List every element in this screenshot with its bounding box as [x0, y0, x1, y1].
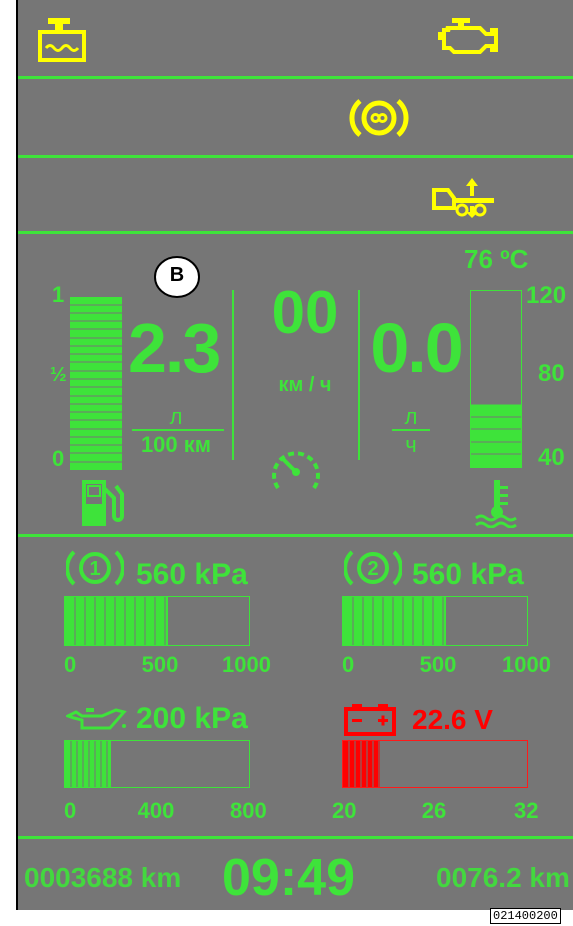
parking-brake-icon — [349, 99, 409, 137]
hourly-consumption-value: 0.0 — [370, 309, 463, 387]
oil-scale-max: 800 — [230, 798, 267, 823]
fuel-level-bar — [70, 288, 122, 470]
brake-circuit-1-scale-max: 1000 — [222, 652, 271, 677]
dashboard-screen: B 1 ½ 0 2.3 л 100 км 00 км / ч 0.0 л ч 7… — [16, 0, 573, 910]
brake-circuit-2-scale-mid: 500 — [419, 652, 457, 677]
trailer-lift-icon — [432, 178, 494, 218]
reference-code: 021400200 — [490, 908, 561, 924]
coolant-temperature-icon — [475, 480, 517, 528]
hourly-consumption-unit-bottom: ч — [405, 432, 417, 457]
separator — [18, 155, 573, 158]
battery-scale-min: 20 — [332, 798, 357, 823]
fuel-level-fill — [70, 297, 122, 470]
coolant-temperature-bar — [470, 290, 522, 468]
separator — [18, 76, 573, 79]
speed-unit: км / ч — [278, 374, 332, 396]
svg-text:2: 2 — [367, 558, 378, 580]
separator — [18, 836, 573, 839]
battery-scale-mid: 26 — [421, 798, 447, 823]
brake-circuit-2-fill — [343, 597, 446, 645]
oil-can-icon — [66, 708, 127, 730]
brake-circuit-1-fill-area — [65, 597, 168, 645]
coolant-scale-mid: 80 — [538, 360, 565, 387]
oil-pressure-fill — [65, 741, 111, 787]
battery-icon — [344, 704, 396, 736]
battery-voltage-fill — [343, 741, 380, 787]
oil-pressure: 200 kPa — [136, 702, 248, 735]
fraction-line — [132, 429, 224, 431]
coolant-temperature: 76 ºC — [464, 244, 529, 274]
speed-value: 00 — [271, 279, 339, 346]
fuel-scale-bottom: 0 — [52, 446, 65, 471]
coolant-scale-bottom: 40 — [538, 444, 565, 471]
fuel-scale-top: 1 — [52, 282, 65, 307]
coolant-temperature-fill — [471, 403, 521, 467]
trip-distance: 0076.2 km — [436, 862, 570, 893]
separator — [18, 534, 573, 537]
oil-scale-min: 0 — [64, 798, 77, 823]
brake-circuit-1-scale-min: 0 — [64, 652, 77, 677]
fuel-pump-icon — [82, 480, 124, 526]
brake-circuit-2-scale-max: 1000 — [502, 652, 551, 677]
divider — [358, 290, 360, 460]
fuel-consumption-unit-bottom: 100 км — [140, 432, 212, 457]
fuel-scale-mid: ½ — [50, 364, 67, 386]
speedometer-icon — [272, 451, 320, 490]
brake-circuit-1-scale-mid: 500 — [141, 652, 179, 677]
fraction-line — [392, 429, 430, 431]
brake-circuit-1-bar — [64, 596, 250, 646]
battery-voltage: 22.6 V — [412, 704, 493, 735]
fuel-consumption-unit-top: л — [169, 404, 183, 429]
fuel-consumption-value: 2.3 — [128, 309, 221, 387]
fuel-level-fill-area — [70, 297, 122, 470]
oil-pressure-fill-area — [65, 741, 111, 787]
brake-circuit-2-bar — [342, 596, 528, 646]
svg-text:1: 1 — [89, 558, 100, 580]
oil-pressure-bar — [64, 740, 250, 788]
callout-label: B — [169, 264, 185, 286]
battery-scale-max: 32 — [514, 798, 539, 823]
separator — [18, 231, 573, 234]
brake-circuit-1-icon: 1 — [66, 550, 124, 586]
brake-circuit-2-scale-min: 0 — [342, 652, 355, 677]
brake-circuit-1-fill — [65, 597, 168, 645]
coolant-level-icon — [38, 18, 86, 62]
coolant-scale-top: 120 — [526, 282, 567, 309]
divider — [232, 290, 234, 460]
battery-voltage-bar — [342, 740, 528, 788]
brake-circuit-1-pressure: 560 kPa — [136, 558, 248, 591]
brake-circuit-2-pressure: 560 kPa — [412, 558, 524, 591]
brake-circuit-2-icon: 2 — [344, 550, 402, 586]
clock: 09:49 — [222, 849, 355, 907]
odometer: 0003688 km — [24, 862, 182, 893]
engine-check-icon — [438, 18, 498, 54]
coolant-temperature-fill-area — [471, 404, 521, 467]
oil-scale-mid: 400 — [137, 798, 175, 823]
hourly-consumption-unit-top: л — [404, 404, 418, 429]
brake-circuit-2-fill-area — [343, 597, 446, 645]
